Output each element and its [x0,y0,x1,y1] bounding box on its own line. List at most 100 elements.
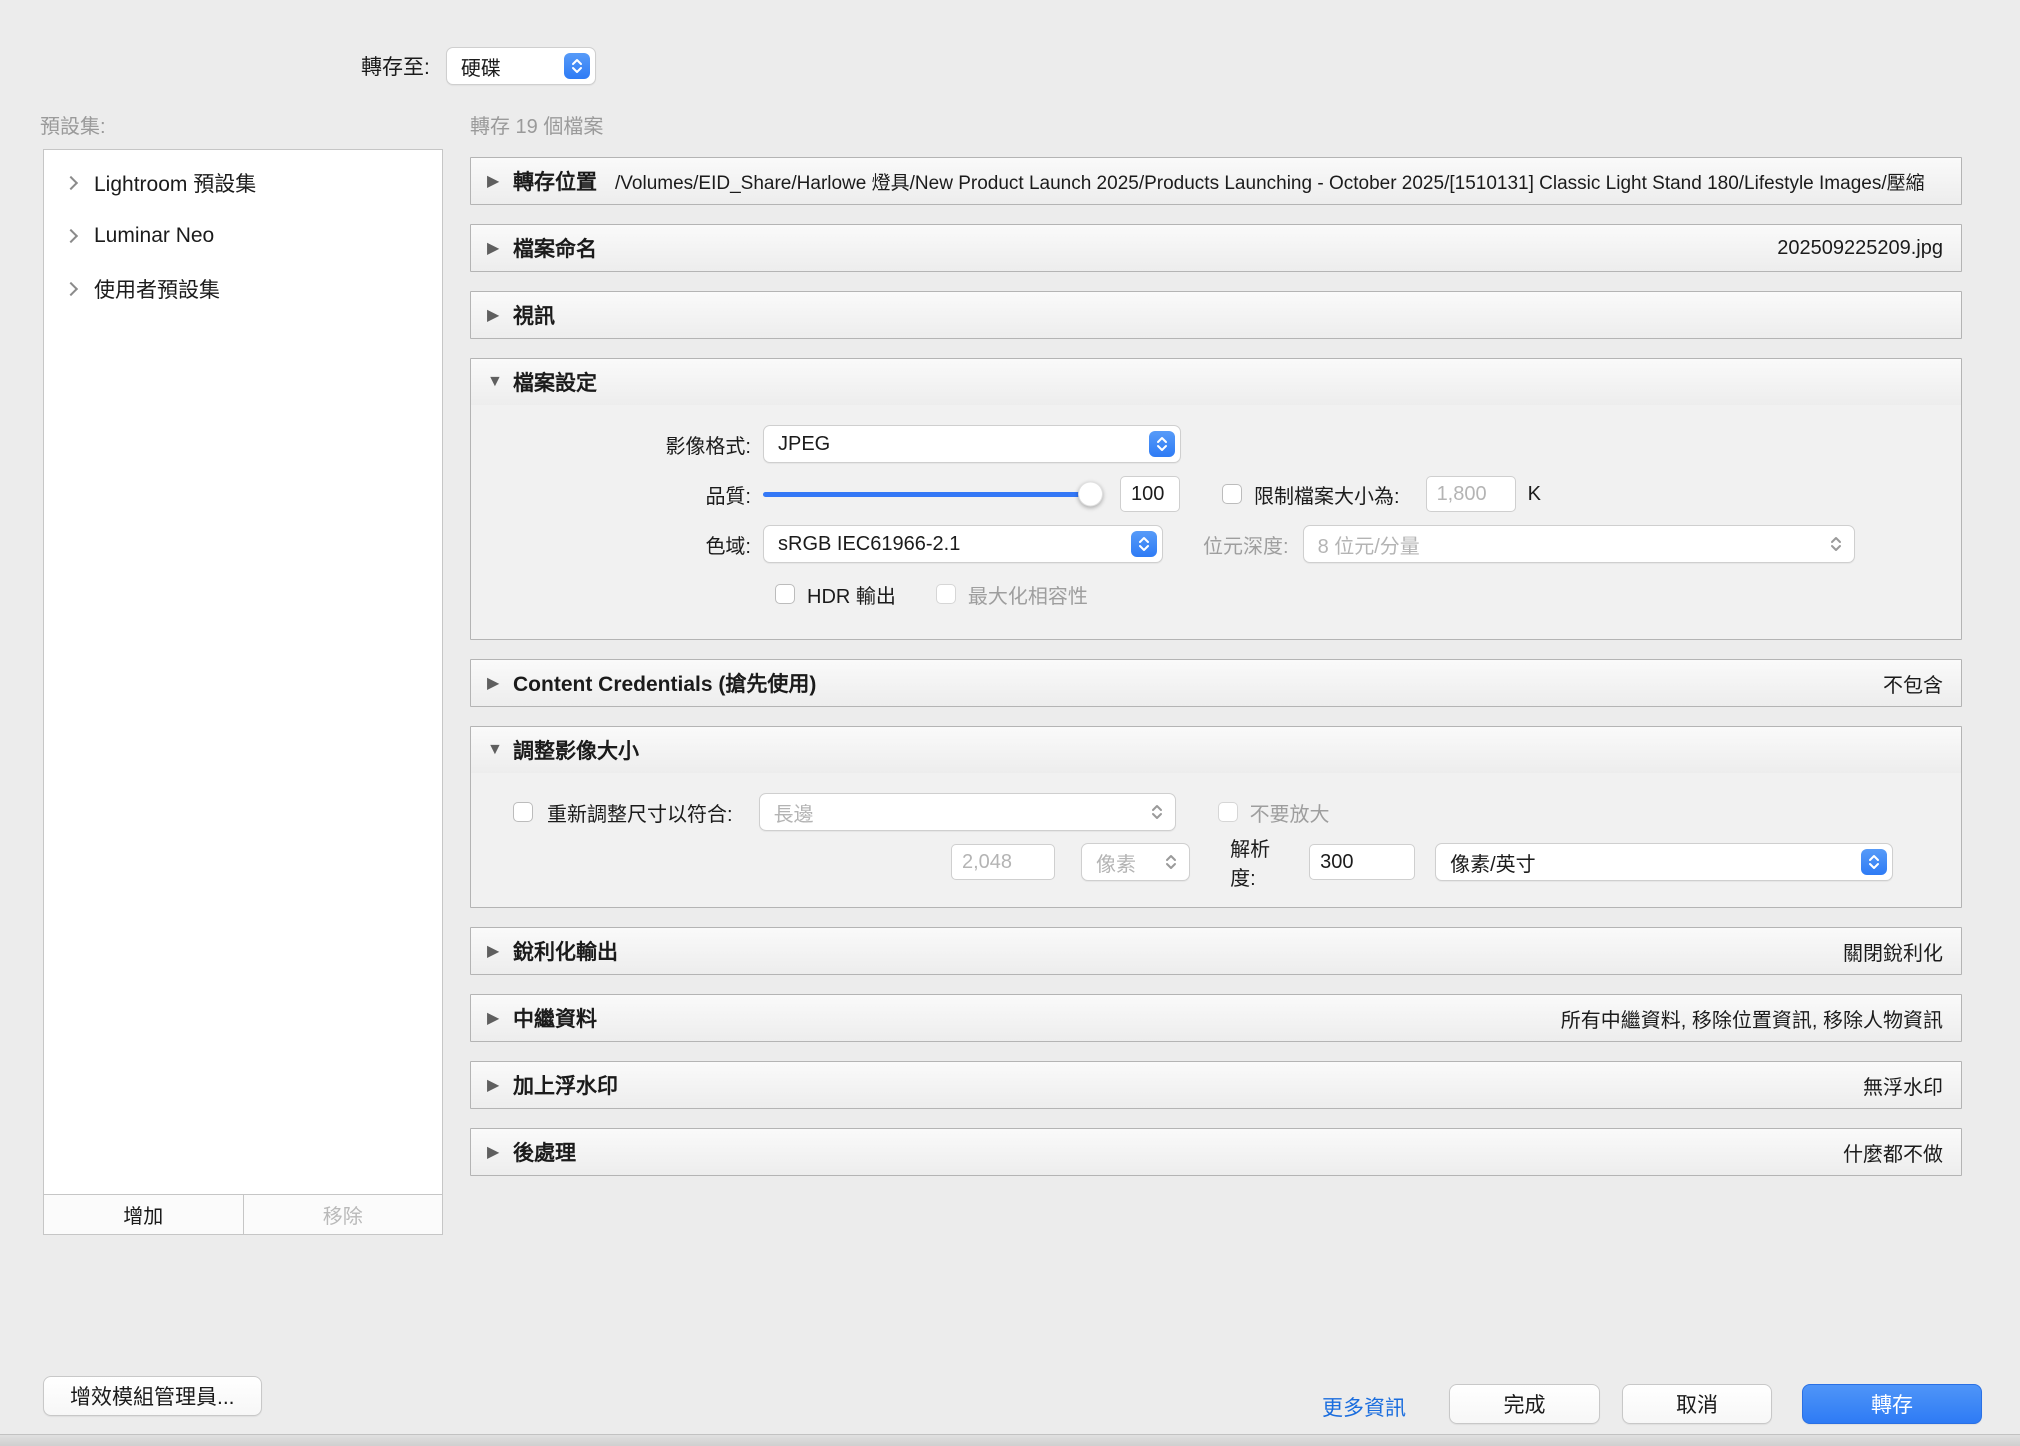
color-space-label: 色域: [471,530,763,559]
quality-slider-knob[interactable] [1078,482,1103,507]
panel-header-image-sizing[interactable]: ▼ 調整影像大小 [471,727,1961,773]
color-space-popup[interactable]: sRGB IEC61966-2.1 [763,525,1163,563]
content-credentials-summary: 不包含 [816,669,1943,698]
plugin-manager-button[interactable]: 增效模組管理員... [43,1376,262,1416]
maximize-compatibility-checkbox [936,584,956,604]
panel-title: 調整影像大小 [513,735,639,765]
chevron-right-icon [64,281,78,295]
panel-header-content-credentials[interactable]: ▶ Content Credentials (搶先使用) 不包含 [471,660,1961,706]
watermark-summary: 無浮水印 [618,1071,1943,1100]
panel-header-post-processing[interactable]: ▶ 後處理 什麼都不做 [471,1129,1961,1175]
panel-metadata: ▶ 中繼資料 所有中繼資料, 移除位置資訊, 移除人物資訊 [470,994,1962,1042]
color-space-row: 色域: sRGB IEC61966-2.1 位元深度: 8 位元/分量 [471,519,1961,569]
preset-item-luminar-neo[interactable]: Luminar Neo [44,209,442,262]
panel-title: 轉存位置 [513,166,597,196]
panel-header-file-naming[interactable]: ▶ 檔案命名 202509225209.jpg [471,225,1961,271]
stepper-icon [1861,849,1887,875]
preset-item-user-presets[interactable]: 使用者預設集 [44,262,442,315]
resize-row: 重新調整尺寸以符合: 長邊 不要放大 [471,787,1961,837]
export-dialog: 轉存至: 硬碟 預設集: Lightroom 預設集 Luminar Neo 使… [0,0,2020,1446]
image-format-value: JPEG [778,433,830,456]
file-settings-body: 影像格式: JPEG 品質: 限制檔案大小為: [471,405,1961,639]
resolution-input[interactable] [1309,844,1415,880]
resolution-unit-value: 像素/英寸 [1450,848,1536,877]
panel-title: 檔案命名 [513,233,597,263]
bit-depth-value: 8 位元/分量 [1318,530,1420,559]
quality-row: 品質: 限制檔案大小為: K [471,469,1961,519]
metadata-summary: 所有中繼資料, 移除位置資訊, 移除人物資訊 [597,1004,1943,1033]
panel-post-processing: ▶ 後處理 什麼都不做 [470,1128,1962,1176]
disclosure-collapsed-icon: ▶ [487,305,513,325]
stepper-icon [1144,799,1170,825]
disclosure-collapsed-icon: ▶ [487,673,513,693]
preset-actions: 增加 移除 [44,1194,442,1234]
panel-file-settings: ▼ 檔案設定 影像格式: JPEG 品質: [470,358,1962,640]
panel-title: 檔案設定 [513,367,597,397]
panel-title: 加上浮水印 [513,1070,618,1100]
size-input [951,844,1055,880]
panel-header-export-location[interactable]: ▶ 轉存位置 /Volumes/EID_Share/Harlowe 燈具/New… [471,158,1961,204]
window-bottom-edge [0,1434,2020,1446]
disclosure-expanded-icon: ▼ [487,741,513,759]
disclosure-collapsed-icon: ▶ [487,238,513,258]
file-naming-example: 202509225209.jpg [597,237,1943,260]
hdr-output-label: HDR 輸出 [807,580,896,609]
dont-enlarge-label: 不要放大 [1250,798,1330,827]
done-button[interactable]: 完成 [1449,1384,1600,1424]
limit-file-size-unit: K [1528,483,1541,506]
sharpening-summary: 關閉銳利化 [618,937,1943,966]
resize-to-fit-checkbox[interactable] [513,802,533,822]
size-unit-popup: 像素 [1081,843,1190,881]
export-settings-column: 轉存 19 個檔案 ▶ 轉存位置 /Volumes/EID_Share/Harl… [470,110,1962,1195]
resize-mode-value: 長邊 [774,798,814,827]
panel-header-video[interactable]: ▶ 視訊 [471,292,1961,338]
maximize-compatibility-label: 最大化相容性 [968,580,1088,609]
panel-export-location: ▶ 轉存位置 /Volumes/EID_Share/Harlowe 燈具/New… [470,157,1962,205]
panel-header-output-sharpening[interactable]: ▶ 銳利化輸出 關閉銳利化 [471,928,1961,974]
export-location-path: /Volumes/EID_Share/Harlowe 燈具/New Produc… [615,168,1943,195]
quality-slider[interactable] [763,492,1100,497]
panel-title: 後處理 [513,1137,576,1167]
panel-image-sizing: ▼ 調整影像大小 重新調整尺寸以符合: 長邊 不要放大 [470,726,1962,908]
preset-item-lightroom[interactable]: Lightroom 預設集 [44,156,442,209]
disclosure-expanded-icon: ▼ [487,373,513,391]
panel-header-metadata[interactable]: ▶ 中繼資料 所有中繼資料, 移除位置資訊, 移除人物資訊 [471,995,1961,1041]
resolution-unit-popup[interactable]: 像素/英寸 [1435,843,1893,881]
panel-video: ▶ 視訊 [470,291,1962,339]
image-format-popup[interactable]: JPEG [763,425,1181,463]
preset-item-label: Luminar Neo [94,224,214,248]
hdr-row: HDR 輸出 最大化相容性 [471,569,1961,619]
export-button[interactable]: 轉存 [1802,1384,1982,1424]
stepper-icon [1149,431,1175,457]
limit-file-size-input [1426,476,1516,512]
more-info-link[interactable]: 更多資訊 [1322,1392,1406,1422]
panel-title: 銳利化輸出 [513,936,618,966]
hdr-output-checkbox[interactable] [775,584,795,604]
limit-file-size-checkbox[interactable] [1222,484,1242,504]
preset-item-label: 使用者預設集 [94,274,220,304]
dont-enlarge-checkbox [1218,802,1238,822]
resolution-row: 像素 解析度: 像素/英寸 [471,837,1961,887]
disclosure-collapsed-icon: ▶ [487,171,513,191]
panel-header-watermarking[interactable]: ▶ 加上浮水印 無浮水印 [471,1062,1961,1108]
export-to-popup[interactable]: 硬碟 [446,47,596,85]
image-format-row: 影像格式: JPEG [471,419,1961,469]
quality-input[interactable] [1120,476,1180,512]
panel-title: 視訊 [513,300,555,330]
export-to-value: 硬碟 [461,52,501,81]
export-to-row: 轉存至: 硬碟 [361,47,596,85]
bit-depth-label: 位元深度: [1203,530,1289,559]
resize-to-fit-label: 重新調整尺寸以符合: [547,798,733,827]
panel-content-credentials: ▶ Content Credentials (搶先使用) 不包含 [470,659,1962,707]
limit-file-size-label: 限制檔案大小為: [1254,480,1400,509]
panel-header-file-settings[interactable]: ▼ 檔案設定 [471,359,1961,405]
presets-sidebar: Lightroom 預設集 Luminar Neo 使用者預設集 增加 移除 [43,149,443,1235]
post-processing-summary: 什麼都不做 [576,1138,1943,1167]
stepper-icon [1131,531,1157,557]
stepper-icon [564,53,590,79]
chevron-right-icon [64,175,78,189]
chevron-right-icon [64,228,78,242]
disclosure-collapsed-icon: ▶ [487,1008,513,1028]
add-preset-button[interactable]: 增加 [44,1195,244,1234]
cancel-button[interactable]: 取消 [1622,1384,1772,1424]
